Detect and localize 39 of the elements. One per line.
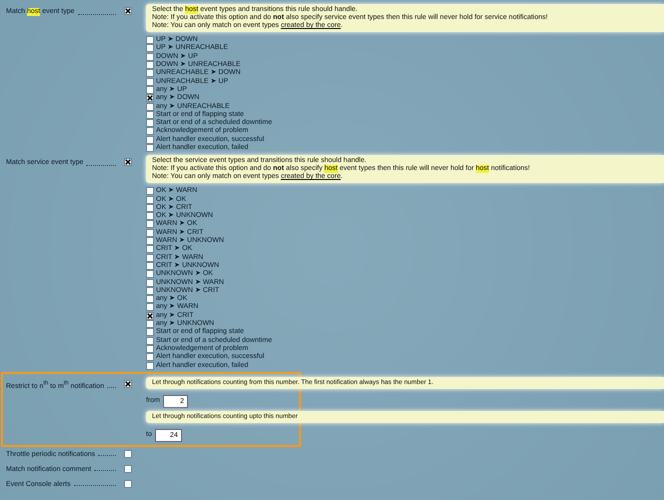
dot-leader xyxy=(98,455,116,456)
checkbox[interactable] xyxy=(146,36,154,44)
checkbox[interactable] xyxy=(124,465,132,474)
checkbox[interactable] xyxy=(146,245,154,254)
checkbox[interactable] xyxy=(146,336,154,345)
dot-leader xyxy=(94,470,116,472)
checkbox[interactable] xyxy=(146,312,154,320)
checkbox[interactable] xyxy=(146,78,154,86)
checkbox[interactable] xyxy=(146,303,154,312)
checkbox[interactable] xyxy=(146,52,154,61)
checkbox[interactable] xyxy=(146,94,154,102)
checkbox[interactable] xyxy=(146,295,154,304)
dot-leader xyxy=(74,485,116,486)
checkbox[interactable] xyxy=(124,450,132,458)
checkbox[interactable] xyxy=(146,102,154,111)
checkbox[interactable] xyxy=(124,480,132,488)
checkbox[interactable] xyxy=(146,69,154,78)
checkbox[interactable] xyxy=(146,320,154,328)
checkbox[interactable] xyxy=(146,353,154,362)
checkbox[interactable] xyxy=(124,380,132,388)
checkbox[interactable] xyxy=(146,44,154,52)
checkbox[interactable] xyxy=(146,254,154,262)
checkbox[interactable] xyxy=(146,270,154,278)
checkbox[interactable] xyxy=(146,196,154,204)
checkbox[interactable] xyxy=(146,237,154,246)
checkbox[interactable] xyxy=(124,7,132,15)
checkbox[interactable] xyxy=(146,228,154,237)
checkbox[interactable] xyxy=(146,187,154,196)
checkbox[interactable] xyxy=(146,278,154,287)
checkbox[interactable] xyxy=(146,328,154,336)
checkbox[interactable] xyxy=(146,144,154,152)
checkbox[interactable] xyxy=(146,61,154,70)
checkbox[interactable] xyxy=(124,158,132,166)
checkbox[interactable] xyxy=(146,212,154,220)
checkbox[interactable] xyxy=(146,362,154,370)
checkbox[interactable] xyxy=(146,220,154,228)
checkbox[interactable] xyxy=(146,119,154,128)
checkbox[interactable] xyxy=(146,127,154,136)
checkbox[interactable] xyxy=(146,136,154,144)
